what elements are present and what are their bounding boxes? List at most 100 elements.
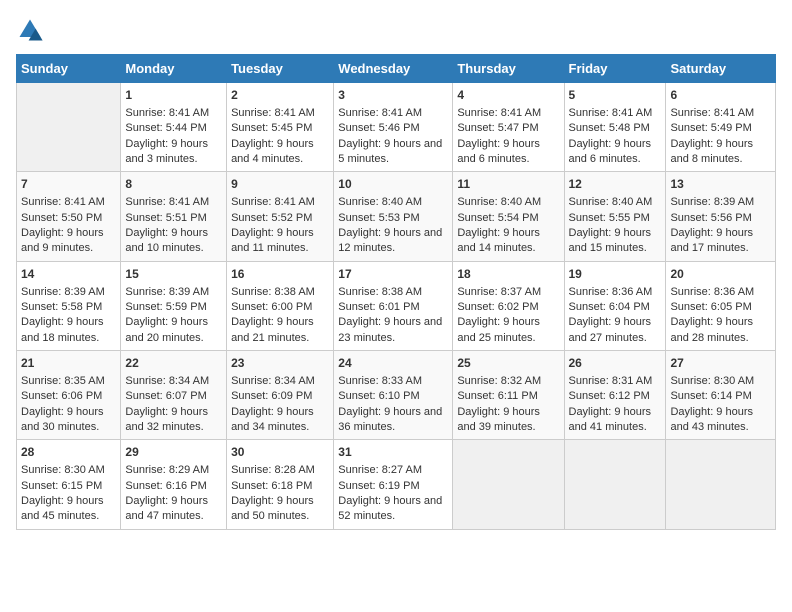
sunset-text: Sunset: 6:18 PM: [231, 480, 312, 492]
sunset-text: Sunset: 6:00 PM: [231, 301, 312, 313]
day-info: 30 Sunrise: 8:28 AM Sunset: 6:18 PM Dayl…: [231, 444, 329, 524]
sunrise-text: Sunrise: 8:40 AM: [569, 196, 653, 208]
sunrise-text: Sunrise: 8:28 AM: [231, 464, 315, 476]
sunrise-text: Sunrise: 8:41 AM: [125, 196, 209, 208]
calendar-week-row: 7 Sunrise: 8:41 AM Sunset: 5:50 PM Dayli…: [17, 172, 776, 261]
day-number: 12: [569, 176, 662, 193]
day-info: 24 Sunrise: 8:33 AM Sunset: 6:10 PM Dayl…: [338, 355, 448, 435]
calendar-cell: 19 Sunrise: 8:36 AM Sunset: 6:04 PM Dayl…: [564, 261, 666, 350]
sunset-text: Sunset: 5:51 PM: [125, 212, 206, 224]
daylight-text: Daylight: 9 hours and 8 minutes.: [670, 138, 753, 165]
sunset-text: Sunset: 5:49 PM: [670, 122, 751, 134]
calendar-cell: 24 Sunrise: 8:33 AM Sunset: 6:10 PM Dayl…: [334, 351, 453, 440]
day-info: 14 Sunrise: 8:39 AM Sunset: 5:58 PM Dayl…: [21, 266, 116, 346]
logo-icon: [16, 16, 44, 44]
sunrise-text: Sunrise: 8:35 AM: [21, 375, 105, 387]
daylight-text: Daylight: 9 hours and 15 minutes.: [569, 227, 652, 254]
day-number: 13: [670, 176, 771, 193]
daylight-text: Daylight: 9 hours and 11 minutes.: [231, 227, 314, 254]
calendar-week-row: 1 Sunrise: 8:41 AM Sunset: 5:44 PM Dayli…: [17, 83, 776, 172]
sunrise-text: Sunrise: 8:40 AM: [338, 196, 422, 208]
sunrise-text: Sunrise: 8:41 AM: [338, 107, 422, 119]
sunrise-text: Sunrise: 8:41 AM: [125, 107, 209, 119]
calendar-cell: [453, 440, 564, 529]
day-info: 6 Sunrise: 8:41 AM Sunset: 5:49 PM Dayli…: [670, 87, 771, 167]
day-number: 18: [457, 266, 559, 283]
sunrise-text: Sunrise: 8:39 AM: [125, 286, 209, 298]
weekday-header-friday: Friday: [564, 55, 666, 83]
daylight-text: Daylight: 9 hours and 34 minutes.: [231, 406, 314, 433]
sunset-text: Sunset: 6:11 PM: [457, 390, 538, 402]
day-number: 15: [125, 266, 222, 283]
day-number: 1: [125, 87, 222, 104]
calendar-cell: 20 Sunrise: 8:36 AM Sunset: 6:05 PM Dayl…: [666, 261, 776, 350]
daylight-text: Daylight: 9 hours and 50 minutes.: [231, 495, 314, 522]
sunrise-text: Sunrise: 8:38 AM: [231, 286, 315, 298]
calendar-cell: 31 Sunrise: 8:27 AM Sunset: 6:19 PM Dayl…: [334, 440, 453, 529]
sunrise-text: Sunrise: 8:34 AM: [125, 375, 209, 387]
sunrise-text: Sunrise: 8:41 AM: [670, 107, 754, 119]
weekday-header-saturday: Saturday: [666, 55, 776, 83]
day-info: 15 Sunrise: 8:39 AM Sunset: 5:59 PM Dayl…: [125, 266, 222, 346]
daylight-text: Daylight: 9 hours and 18 minutes.: [21, 316, 104, 343]
weekday-header-monday: Monday: [121, 55, 227, 83]
daylight-text: Daylight: 9 hours and 32 minutes.: [125, 406, 208, 433]
sunset-text: Sunset: 5:44 PM: [125, 122, 206, 134]
daylight-text: Daylight: 9 hours and 36 minutes.: [338, 406, 442, 433]
sunset-text: Sunset: 6:09 PM: [231, 390, 312, 402]
sunrise-text: Sunrise: 8:32 AM: [457, 375, 541, 387]
day-info: 26 Sunrise: 8:31 AM Sunset: 6:12 PM Dayl…: [569, 355, 662, 435]
day-number: 22: [125, 355, 222, 372]
daylight-text: Daylight: 9 hours and 9 minutes.: [21, 227, 104, 254]
daylight-text: Daylight: 9 hours and 21 minutes.: [231, 316, 314, 343]
day-info: 1 Sunrise: 8:41 AM Sunset: 5:44 PM Dayli…: [125, 87, 222, 167]
daylight-text: Daylight: 9 hours and 47 minutes.: [125, 495, 208, 522]
calendar-cell: 8 Sunrise: 8:41 AM Sunset: 5:51 PM Dayli…: [121, 172, 227, 261]
sunrise-text: Sunrise: 8:39 AM: [21, 286, 105, 298]
day-info: 11 Sunrise: 8:40 AM Sunset: 5:54 PM Dayl…: [457, 176, 559, 256]
sunset-text: Sunset: 6:02 PM: [457, 301, 538, 313]
daylight-text: Daylight: 9 hours and 45 minutes.: [21, 495, 104, 522]
sunset-text: Sunset: 5:46 PM: [338, 122, 419, 134]
sunset-text: Sunset: 5:58 PM: [21, 301, 102, 313]
sunset-text: Sunset: 5:45 PM: [231, 122, 312, 134]
day-number: 30: [231, 444, 329, 461]
calendar-cell: 14 Sunrise: 8:39 AM Sunset: 5:58 PM Dayl…: [17, 261, 121, 350]
day-number: 25: [457, 355, 559, 372]
sunrise-text: Sunrise: 8:38 AM: [338, 286, 422, 298]
daylight-text: Daylight: 9 hours and 14 minutes.: [457, 227, 540, 254]
calendar-cell: 5 Sunrise: 8:41 AM Sunset: 5:48 PM Dayli…: [564, 83, 666, 172]
day-number: 19: [569, 266, 662, 283]
day-info: 12 Sunrise: 8:40 AM Sunset: 5:55 PM Dayl…: [569, 176, 662, 256]
daylight-text: Daylight: 9 hours and 52 minutes.: [338, 495, 442, 522]
day-info: 21 Sunrise: 8:35 AM Sunset: 6:06 PM Dayl…: [21, 355, 116, 435]
day-info: 17 Sunrise: 8:38 AM Sunset: 6:01 PM Dayl…: [338, 266, 448, 346]
sunrise-text: Sunrise: 8:30 AM: [670, 375, 754, 387]
calendar-cell: [17, 83, 121, 172]
sunrise-text: Sunrise: 8:40 AM: [457, 196, 541, 208]
sunset-text: Sunset: 6:15 PM: [21, 480, 102, 492]
sunrise-text: Sunrise: 8:37 AM: [457, 286, 541, 298]
day-info: 8 Sunrise: 8:41 AM Sunset: 5:51 PM Dayli…: [125, 176, 222, 256]
sunrise-text: Sunrise: 8:41 AM: [231, 196, 315, 208]
day-number: 21: [21, 355, 116, 372]
day-info: 28 Sunrise: 8:30 AM Sunset: 6:15 PM Dayl…: [21, 444, 116, 524]
day-number: 17: [338, 266, 448, 283]
day-info: 9 Sunrise: 8:41 AM Sunset: 5:52 PM Dayli…: [231, 176, 329, 256]
day-number: 26: [569, 355, 662, 372]
calendar-cell: 26 Sunrise: 8:31 AM Sunset: 6:12 PM Dayl…: [564, 351, 666, 440]
day-number: 6: [670, 87, 771, 104]
calendar-cell: 28 Sunrise: 8:30 AM Sunset: 6:15 PM Dayl…: [17, 440, 121, 529]
calendar-cell: 29 Sunrise: 8:29 AM Sunset: 6:16 PM Dayl…: [121, 440, 227, 529]
page-header: [16, 16, 776, 44]
day-number: 24: [338, 355, 448, 372]
daylight-text: Daylight: 9 hours and 20 minutes.: [125, 316, 208, 343]
calendar-cell: [666, 440, 776, 529]
daylight-text: Daylight: 9 hours and 5 minutes.: [338, 138, 442, 165]
daylight-text: Daylight: 9 hours and 30 minutes.: [21, 406, 104, 433]
day-number: 20: [670, 266, 771, 283]
sunset-text: Sunset: 6:10 PM: [338, 390, 419, 402]
day-info: 29 Sunrise: 8:29 AM Sunset: 6:16 PM Dayl…: [125, 444, 222, 524]
sunrise-text: Sunrise: 8:31 AM: [569, 375, 653, 387]
calendar-week-row: 28 Sunrise: 8:30 AM Sunset: 6:15 PM Dayl…: [17, 440, 776, 529]
